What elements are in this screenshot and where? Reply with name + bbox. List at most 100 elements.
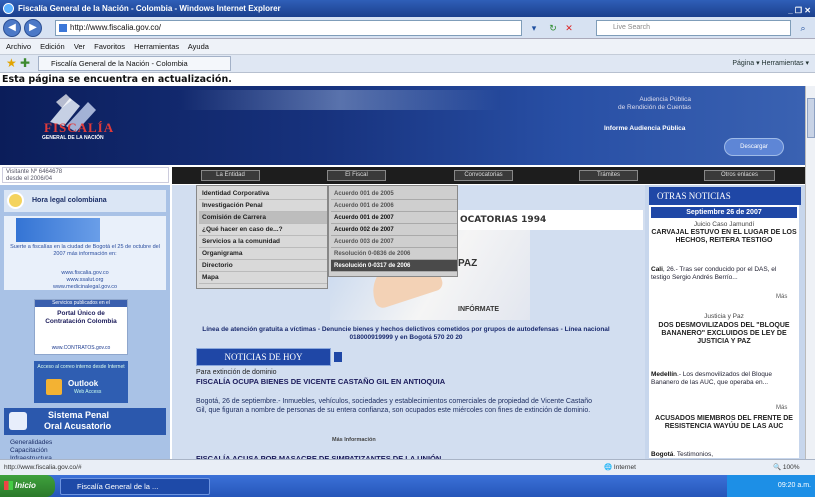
dropdown-icon[interactable]: ▾ (527, 21, 541, 35)
nav-otros-enlaces[interactable]: Otros enlaces (704, 170, 775, 181)
window-title: Fiscalía General de la Nación - Colombia… (18, 4, 281, 13)
windows-flag-icon (4, 481, 13, 490)
hora-legal-label: Hora legal colombiana (32, 197, 107, 204)
contratacion-header: Servicios publicados en el (35, 300, 127, 307)
menu-ayuda[interactable]: Ayuda (188, 42, 209, 51)
news-a-more-link[interactable]: Más (776, 294, 787, 300)
favorites-star-icon[interactable]: ★ (6, 57, 17, 69)
stop-icon[interactable]: ✕ (562, 21, 576, 35)
window-titlebar: Fiscalía General de la Nación - Colombia… (0, 0, 815, 17)
comision-submenu: Acuerdo 001 de 2005 Acuerdo 001 de 2006 … (328, 185, 458, 277)
news-a-text: , 26.- Tras ser conducido por el DAS, el… (651, 266, 777, 281)
search-icon[interactable]: ⌕ (796, 21, 810, 35)
dropdown-item[interactable]: Servicios a la comunidad (199, 236, 327, 248)
favorites-bar: ★ ✚ Fiscalía General de la Nación - Colo… (0, 55, 815, 73)
top-navigation: La Entidad El Fiscal Convocatorias Trámi… (172, 167, 805, 184)
back-button[interactable]: ◀ (3, 19, 21, 37)
zoom-control[interactable]: 🔍 100% (773, 460, 800, 475)
contratacion-portal-banner[interactable]: Servicios publicados en el Portal Único … (34, 299, 128, 355)
contratacion-title: Portal Único de Contratación Colombia (45, 310, 117, 325)
paz-image-text: PAZ (458, 258, 478, 269)
submenu-item[interactable]: Acuerdo 003 de 2007 (331, 236, 457, 248)
outlook-icon (46, 379, 62, 395)
ie-logo-icon (3, 3, 14, 14)
visit-counter: Visitante Nº 6464678 desde el 2006/04 (2, 167, 169, 183)
logo-subtitle: GENERAL DE LA NACIÓN (42, 135, 104, 141)
command-bar-tools[interactable]: Página ▾ Herramientas ▾ (732, 55, 809, 72)
dropdown-item[interactable]: Mapa (199, 272, 327, 284)
submenu-item[interactable]: Acuerdo 001 de 2006 (331, 200, 457, 212)
nav-el-fiscal[interactable]: El Fiscal (327, 170, 386, 181)
scrollbar-thumb[interactable] (807, 98, 815, 138)
menu-favoritos[interactable]: Favoritos (94, 42, 125, 51)
taskbar-item-ie[interactable]: Fiscalía General de la ... (60, 478, 210, 495)
news-c-body: Bogotá. Testimonios, (651, 451, 797, 459)
outlook-web-access-banner[interactable]: Acceso al correo interno desde Internet … (34, 361, 128, 403)
dropdown-item[interactable]: Organigrama (199, 248, 327, 260)
dropdown-item[interactable]: Investigación Penal (199, 200, 327, 212)
menu-herramientas[interactable]: Herramientas (134, 42, 179, 51)
outlook-title: Outlook (68, 379, 99, 388)
news-a-headline[interactable]: CARVAJAL ESTUVO EN EL LUGAR DE LOS HECHO… (651, 229, 797, 245)
promo-box[interactable]: Suerte a fiscalías en la ciudad de Bogot… (4, 216, 166, 290)
dropdown-item[interactable]: ¿Qué hacer en caso de...? (199, 224, 327, 236)
dropdown-item-comision[interactable]: Comisión de Carrera (199, 212, 327, 224)
zoom-label: 100% (782, 464, 800, 471)
contratacion-url: www.CONTRATOS.gov.co (51, 345, 111, 351)
link-capacitacion[interactable]: Capacitación (10, 447, 160, 455)
submenu-item[interactable]: Acuerdo 001 de 2005 (331, 188, 457, 200)
search-input[interactable]: Live Search (596, 20, 791, 36)
add-favorites-icon[interactable]: ✚ (20, 57, 30, 69)
submenu-item-hovered[interactable]: Resolución 0-0317 de 2006 (331, 260, 457, 272)
banner-download-button[interactable]: Descargar (724, 138, 784, 156)
vertical-scrollbar[interactable] (805, 86, 815, 459)
submenu-item[interactable]: Acuerdo 002 de 2007 (331, 224, 457, 236)
dropdown-item[interactable]: Directorio (199, 260, 327, 272)
start-button[interactable]: Inicio (0, 475, 55, 497)
news-a-city: Cali (651, 266, 663, 273)
menu-edicion[interactable]: Edición (40, 42, 65, 51)
status-bar: http://www.fiscalia.gov.co/# 🌐 Internet … (0, 459, 815, 475)
banner-info: Audiencia Pública de Rendición de Cuenta… (546, 96, 691, 112)
mas-informacion-link[interactable]: Más Información (332, 437, 376, 443)
submenu-item[interactable]: Resolución 0-0836 de 2006 (331, 248, 457, 260)
forward-button[interactable]: ▶ (24, 19, 42, 37)
dropdown-item[interactable]: Identidad Corporativa (199, 188, 327, 200)
nav-la-entidad[interactable]: La Entidad (201, 170, 260, 181)
sistema-penal-icon (9, 412, 27, 430)
address-url: http://www.fiscalia.gov.co/ (70, 23, 161, 32)
status-url: http://www.fiscalia.gov.co/# (4, 464, 82, 471)
menu-ver[interactable]: Ver (74, 42, 85, 51)
refresh-icon[interactable]: ↻ (546, 21, 560, 35)
system-tray: 09:20 a.m. (727, 475, 815, 497)
taskbar-item-label: Fiscalía General de la ... (77, 482, 159, 491)
hora-legal-box[interactable]: Hora legal colombiana (4, 190, 166, 212)
nav-tramites[interactable]: Trámites (579, 170, 638, 181)
sistema-penal-banner[interactable]: Sistema Penal Oral Acusatorio (4, 408, 166, 435)
address-toolbar: ◀ ▶ http://www.fiscalia.gov.co/ ▾ ↻ ✕ Li… (0, 17, 815, 39)
sistema-penal-line1: Sistema Penal (48, 410, 110, 420)
news-a-subtitle: Juicio Caso Jamundí (693, 221, 755, 228)
submenu-item[interactable]: Acuerdo 001 de 2007 (331, 212, 457, 224)
header-decoration (334, 352, 342, 362)
otras-noticias-header: OTRAS NOTICIAS (649, 187, 801, 205)
news-c-headline[interactable]: ACUSADOS MIEMBROS DEL FRENTE DE RESISTEN… (651, 415, 797, 431)
news-b-subtitle: Justicia y Paz (704, 313, 744, 320)
banner-informe-link[interactable]: Informe Audiencia Pública (604, 125, 685, 132)
news-c-city: Bogotá (651, 451, 674, 458)
link-generalidades[interactable]: Generalidades (10, 439, 160, 447)
address-bar[interactable]: http://www.fiscalia.gov.co/ (55, 20, 522, 36)
promo-links[interactable]: www.fiscalia.gov.co www.ssalut.org www.m… (6, 270, 164, 291)
news-b-headline[interactable]: DOS DESMOVILIZADOS DEL "BLOQUE BANANERO"… (651, 322, 797, 346)
nav-convocatorias[interactable]: Convocatorias (454, 170, 513, 181)
menu-archivo[interactable]: Archivo (6, 42, 31, 51)
news-b-more-link[interactable]: Más (776, 405, 787, 411)
news1-title[interactable]: FISCALÍA OCUPA BIENES DE VICENTE CASTAÑO… (196, 377, 445, 386)
visit-since: desde el 2006/04 (6, 176, 53, 182)
visit-count: Visitante Nº 6464678 (6, 169, 63, 175)
browser-tab[interactable]: Fiscalía General de la Nación - Colombia (38, 56, 231, 71)
noticias-de-hoy-label: NOTICIAS DE HOY (224, 352, 303, 362)
outlook-subtitle: Web Access (74, 389, 102, 395)
tray-clock[interactable]: 09:20 a.m. (778, 482, 811, 489)
page-icon (59, 24, 67, 32)
